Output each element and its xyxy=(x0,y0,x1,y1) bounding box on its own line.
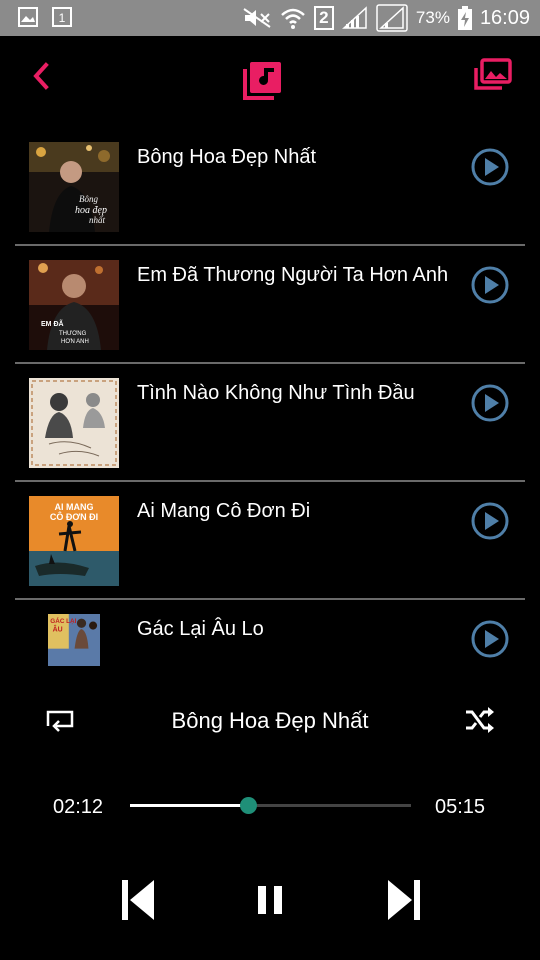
album-art[interactable]: AI MANG CÔ ĐƠN ĐI xyxy=(29,496,119,586)
elapsed-time: 02:12 xyxy=(53,796,104,818)
album-art[interactable]: GÁC LẠI ÂU xyxy=(29,614,119,666)
album-art[interactable]: EM ĐÃ THƯƠNG HƠN ANH xyxy=(29,260,119,350)
photo-gallery-icon[interactable] xyxy=(474,58,512,90)
svg-text:1: 1 xyxy=(59,11,66,25)
signal-icon xyxy=(341,6,367,29)
battery-charging-icon xyxy=(457,6,472,30)
svg-text:AI MANG: AI MANG xyxy=(55,502,94,512)
seek-knob[interactable] xyxy=(239,797,257,814)
play-circle-icon[interactable] xyxy=(470,265,510,305)
svg-text:nhất: nhất xyxy=(89,215,106,225)
system-status: 2 73% 16:09 xyxy=(242,4,530,32)
now-playing-bar: Bông Hoa Đẹp Nhất xyxy=(0,690,540,754)
song-row[interactable]: EM ĐÃ THƯƠNG HƠN ANH Em Đã Thương Người … xyxy=(0,246,540,364)
clock: 16:09 xyxy=(479,6,530,29)
skip-previous-icon[interactable] xyxy=(120,878,156,922)
svg-text:CÔ ĐƠN ĐI: CÔ ĐƠN ĐI xyxy=(50,511,98,522)
svg-text:HƠN ANH: HƠN ANH xyxy=(61,339,89,345)
play-circle-icon[interactable] xyxy=(470,619,510,659)
progress-bar: 02:12 05:15 xyxy=(0,786,540,830)
transport-controls xyxy=(0,872,540,932)
song-row[interactable]: Tình Nào Không Như Tình Đầu xyxy=(0,364,540,482)
notification-icons: 1 xyxy=(18,7,72,27)
seek-track[interactable] xyxy=(130,797,411,814)
chevron-left-icon[interactable] xyxy=(28,60,56,92)
play-circle-icon[interactable] xyxy=(470,501,510,541)
shuffle-icon[interactable] xyxy=(464,706,496,734)
song-row[interactable]: Bông hoa đẹp nhất Bông Hoa Đẹp Nhất xyxy=(0,128,540,246)
song-title: Em Đã Thương Người Ta Hơn Anh xyxy=(137,264,449,286)
svg-text:Bông: Bông xyxy=(79,194,98,204)
battery-percent: 73% xyxy=(415,8,450,27)
mute-icon xyxy=(243,8,271,28)
sim-notification-icon: 1 xyxy=(52,7,72,27)
song-title: Ai Mang Cô Đơn Đi xyxy=(137,500,311,522)
total-duration: 05:15 xyxy=(435,796,486,818)
skip-next-icon[interactable] xyxy=(386,878,422,922)
screenshot-icon xyxy=(18,7,38,27)
svg-text:THƯƠNG: THƯƠNG xyxy=(59,331,87,337)
play-circle-icon[interactable] xyxy=(470,383,510,423)
music-library-icon[interactable] xyxy=(243,60,283,100)
song-row[interactable]: AI MANG CÔ ĐƠN ĐI Ai Mang Cô Đơn Đi xyxy=(0,482,540,600)
song-row[interactable]: GÁC LẠI ÂU Gác Lại Âu Lo xyxy=(0,600,540,666)
pause-icon[interactable] xyxy=(256,884,284,916)
now-playing-title: Bông Hoa Đẹp Nhất xyxy=(171,708,369,733)
top-bar xyxy=(0,36,540,122)
album-art[interactable] xyxy=(29,378,119,468)
play-circle-icon[interactable] xyxy=(470,147,510,187)
sim-slot-indicator: 2 xyxy=(313,6,334,30)
signal-icon-secondary xyxy=(376,4,408,32)
seek-fill xyxy=(130,804,248,807)
svg-text:EM ĐÃ: EM ĐÃ xyxy=(41,319,64,328)
album-art[interactable]: Bông hoa đẹp nhất xyxy=(29,142,119,232)
song-title: Bông Hoa Đẹp Nhất xyxy=(137,146,317,168)
song-title: Gác Lại Âu Lo xyxy=(137,618,264,640)
song-title: Tình Nào Không Như Tình Đầu xyxy=(137,382,415,404)
status-bar: 1 2 73% 16:09 xyxy=(0,0,540,36)
song-list: Bông hoa đẹp nhất Bông Hoa Đẹp Nhất EM Đ… xyxy=(0,128,540,666)
wifi-icon xyxy=(281,8,305,29)
